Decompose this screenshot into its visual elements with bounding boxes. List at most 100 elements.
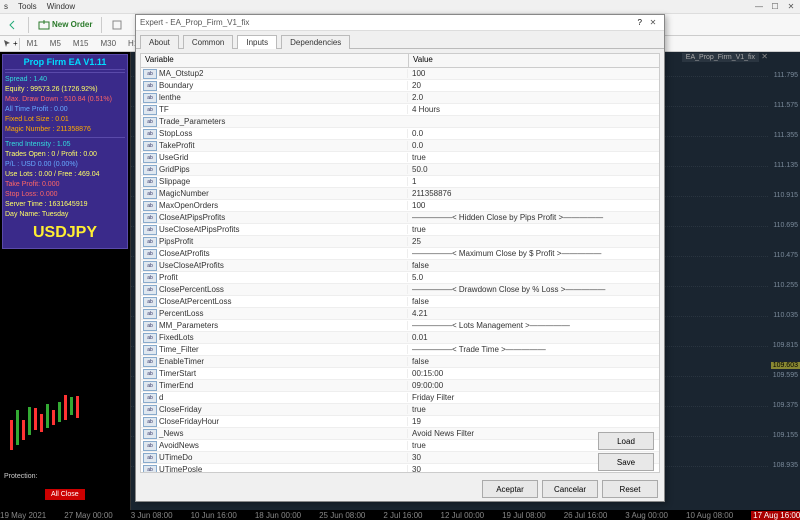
param-value[interactable]: false: [407, 261, 659, 270]
column-variable[interactable]: Variable: [141, 54, 409, 67]
param-value[interactable]: false: [407, 357, 659, 366]
tab-inputs[interactable]: Inputs: [237, 35, 277, 49]
cursor-icon[interactable]: [2, 38, 12, 50]
param-row[interactable]: abMagicNumber211358876: [141, 188, 659, 200]
close-tab-icon[interactable]: ✕: [761, 52, 768, 61]
param-row[interactable]: abCloseFridayHour19: [141, 416, 659, 428]
param-value[interactable]: 0.0: [407, 141, 659, 150]
timeframe-M5[interactable]: M5: [44, 38, 67, 49]
param-value[interactable]: —————< Drawdown Close by % Loss >—————: [407, 285, 659, 294]
chart-tab[interactable]: EA_Prop_Firm_V1_fix: [682, 53, 759, 62]
profiles-button[interactable]: [106, 16, 128, 34]
param-row[interactable]: ab_NewsAvoid News Filter: [141, 428, 659, 440]
param-value[interactable]: 100: [407, 69, 659, 78]
param-row[interactable]: abProfit5.0: [141, 272, 659, 284]
param-value[interactable]: —————< Maximum Close by $ Profit >—————: [407, 249, 659, 258]
param-row[interactable]: abCloseAtPercentLossfalse: [141, 296, 659, 308]
param-row[interactable]: abUseCloseAtPipsProfitstrue: [141, 224, 659, 236]
back-button[interactable]: [2, 16, 24, 34]
save-button[interactable]: Save: [598, 453, 654, 471]
param-row[interactable]: abTF4 Hours: [141, 104, 659, 116]
param-value[interactable]: 50.0: [407, 165, 659, 174]
param-row[interactable]: abStopLoss0.0: [141, 128, 659, 140]
param-value[interactable]: 20: [407, 81, 659, 90]
menu-item[interactable]: s: [4, 2, 8, 11]
param-value[interactable]: Friday Filter: [407, 393, 659, 402]
param-value[interactable]: false: [407, 297, 659, 306]
column-value[interactable]: Value: [409, 54, 659, 67]
param-row[interactable]: abMaxOpenOrders100: [141, 200, 659, 212]
param-value[interactable]: true: [407, 153, 659, 162]
param-value[interactable]: true: [407, 405, 659, 414]
param-row[interactable]: abPercentLoss4.21: [141, 308, 659, 320]
param-value[interactable]: —————< Hidden Close by Pips Profit >————…: [407, 213, 659, 222]
param-value[interactable]: 100: [407, 201, 659, 210]
param-row[interactable]: abUTimeDo30: [141, 452, 659, 464]
param-value[interactable]: true: [407, 225, 659, 234]
param-name: PercentLoss: [159, 309, 407, 318]
current-price: 109.603: [771, 362, 800, 369]
param-row[interactable]: abGridPips50.0: [141, 164, 659, 176]
param-row[interactable]: abTimerEnd09:00:00: [141, 380, 659, 392]
inputs-table[interactable]: Variable Value abMA_Otstup2100abBoundary…: [140, 53, 660, 473]
param-row[interactable]: abFixedLots0.01: [141, 332, 659, 344]
close-icon[interactable]: ✕: [784, 0, 798, 12]
param-value[interactable]: 09:00:00: [407, 381, 659, 390]
crosshair-icon[interactable]: +: [13, 39, 18, 48]
param-row[interactable]: abEnableTimerfalse: [141, 356, 659, 368]
param-value[interactable]: 5.0: [407, 273, 659, 282]
param-value[interactable]: 25: [407, 237, 659, 246]
cancel-button[interactable]: Cancelar: [542, 480, 598, 498]
maximize-icon[interactable]: ☐: [768, 0, 782, 12]
param-row[interactable]: abMM_Parameters—————< Lots Management >—…: [141, 320, 659, 332]
dialog-close-icon[interactable]: ✕: [646, 18, 660, 27]
param-value[interactable]: 00:15:00: [407, 369, 659, 378]
param-row[interactable]: abCloseAtProfits—————< Maximum Close by …: [141, 248, 659, 260]
param-row[interactable]: abSlippage1: [141, 176, 659, 188]
tab-about[interactable]: About: [140, 35, 179, 49]
menu-item[interactable]: Tools: [18, 2, 37, 11]
minimize-icon[interactable]: —: [752, 0, 766, 12]
timeframe-M30[interactable]: M30: [94, 38, 122, 49]
dialog-help-icon[interactable]: ?: [638, 18, 642, 27]
param-row[interactable]: abCloseAtPipsProfits—————< Hidden Close …: [141, 212, 659, 224]
reset-button[interactable]: Reset: [602, 480, 658, 498]
param-row[interactable]: abUseGridtrue: [141, 152, 659, 164]
param-row[interactable]: abMA_Otstup2100: [141, 68, 659, 80]
param-row[interactable]: abdFriday Filter: [141, 392, 659, 404]
price-label: 108.935: [773, 462, 798, 469]
param-value[interactable]: 4.21: [407, 309, 659, 318]
param-value[interactable]: 4 Hours: [407, 105, 659, 114]
param-row[interactable]: abUseCloseAtProfitsfalse: [141, 260, 659, 272]
param-row[interactable]: abClosePercentLoss—————< Drawdown Close …: [141, 284, 659, 296]
param-row[interactable]: abUTimePosle30: [141, 464, 659, 473]
param-row[interactable]: abAvoidNewstrue: [141, 440, 659, 452]
param-row[interactable]: abTakeProfit0.0: [141, 140, 659, 152]
param-row[interactable]: abPipsProfit25: [141, 236, 659, 248]
param-value[interactable]: 0.01: [407, 333, 659, 342]
menu-item[interactable]: Window: [47, 2, 75, 11]
param-row[interactable]: abCloseFridaytrue: [141, 404, 659, 416]
param-row[interactable]: ablenthe2.0: [141, 92, 659, 104]
timeframe-M1[interactable]: M1: [21, 38, 44, 49]
tab-dependencies[interactable]: Dependencies: [281, 35, 350, 49]
param-value[interactable]: 1: [407, 177, 659, 186]
all-close-button[interactable]: All Close: [45, 489, 85, 500]
param-row[interactable]: abTrade_Parameters: [141, 116, 659, 128]
param-row[interactable]: abTimerStart00:15:00: [141, 368, 659, 380]
param-row[interactable]: abTime_Filter—————< Trade Time >—————: [141, 344, 659, 356]
param-value[interactable]: 19: [407, 417, 659, 426]
param-value[interactable]: 0.0: [407, 129, 659, 138]
param-value[interactable]: —————< Trade Time >—————: [407, 345, 659, 354]
param-row[interactable]: abBoundary20: [141, 80, 659, 92]
new-order-button[interactable]: New Order: [33, 16, 97, 34]
param-value[interactable]: —————< Lots Management >—————: [407, 321, 659, 330]
param-type-icon: ab: [143, 417, 157, 427]
param-value[interactable]: 2.0: [407, 93, 659, 102]
timeframe-M15[interactable]: M15: [67, 38, 95, 49]
dialog-titlebar[interactable]: Expert - EA_Prop_Firm_V1_fix ? ✕: [136, 15, 664, 31]
tab-common[interactable]: Common: [183, 35, 233, 49]
load-button[interactable]: Load: [598, 432, 654, 450]
ok-button[interactable]: Aceptar: [482, 480, 538, 498]
param-value[interactable]: 211358876: [407, 189, 659, 198]
